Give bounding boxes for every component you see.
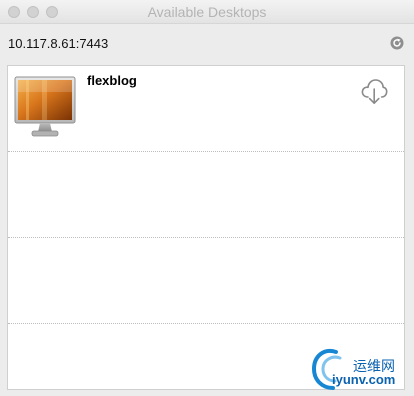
- download-desktop-button[interactable]: [360, 76, 388, 106]
- desktop-list-item[interactable]: flexblog: [8, 66, 404, 152]
- desktop-list: flexblog: [7, 65, 405, 390]
- watermark: 运维网 iyunv.com: [306, 344, 410, 392]
- desktop-name: flexblog: [87, 73, 137, 88]
- window-title: Available Desktops: [147, 4, 267, 20]
- watermark-domain-text: iyunv.com: [332, 372, 396, 387]
- available-desktops-window: Available Desktops 10.117.8.61:7443 flex…: [0, 0, 414, 396]
- refresh-icon: [390, 36, 404, 50]
- empty-list-row: [8, 152, 404, 238]
- title-bar: Available Desktops: [0, 0, 414, 24]
- refresh-button[interactable]: [390, 36, 404, 50]
- server-address: 10.117.8.61:7443: [8, 36, 109, 51]
- empty-list-row: [8, 238, 404, 324]
- cloud-download-icon: [361, 79, 388, 105]
- monitor-icon: [14, 76, 76, 137]
